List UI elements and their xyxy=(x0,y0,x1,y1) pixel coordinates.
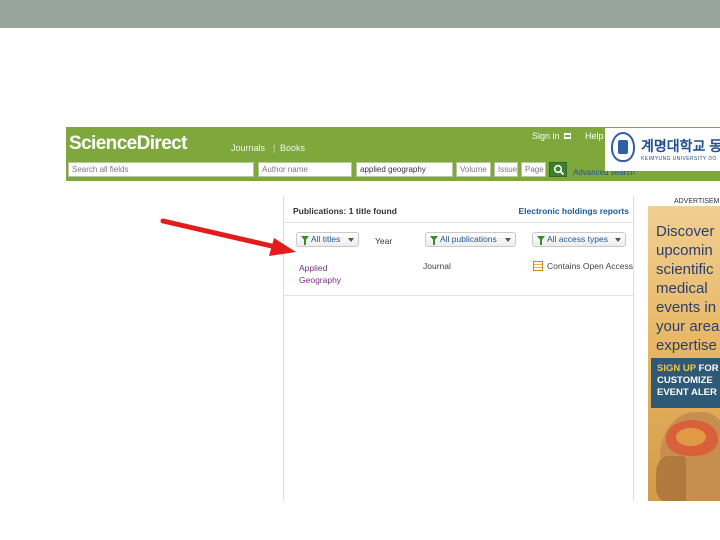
red-annotation-arrow-icon xyxy=(160,218,296,256)
